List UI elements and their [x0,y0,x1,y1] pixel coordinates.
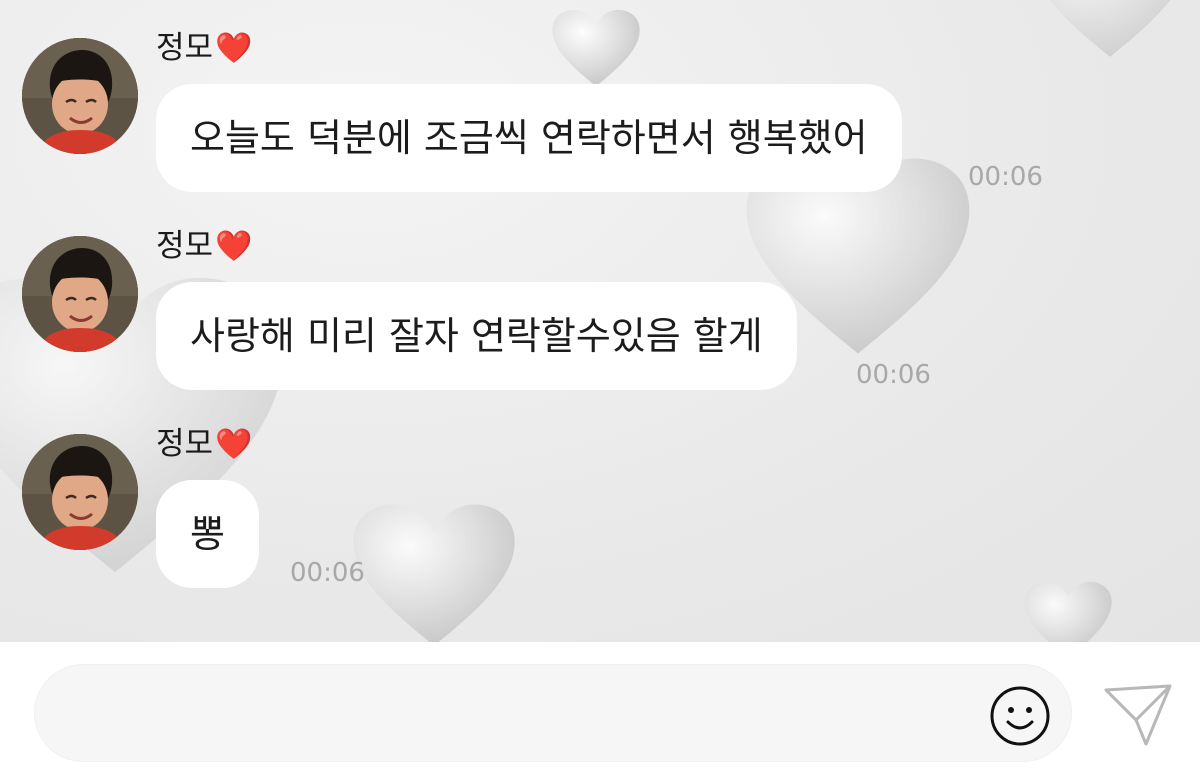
background-heart-icon [1024,581,1112,642]
smiley-face-icon [990,686,1050,746]
message-timestamp: 00:06 [856,360,931,390]
background-heart-icon [1049,0,1171,57]
background-heart-icon [353,504,515,642]
sender-name-text: 정모 [156,30,214,66]
background-heart-icon [552,9,640,87]
paper-plane-send-icon [1104,684,1172,746]
avatar[interactable] [22,434,138,550]
send-button[interactable] [1102,684,1174,748]
sender-name: 정모❤️ [156,424,252,465]
sender-name-text: 정모 [156,426,214,462]
message-bubble[interactable]: 사랑해 미리 잘자 연락할수있음 할게 [156,282,797,390]
avatar[interactable] [22,236,138,352]
heart-emoji-icon: ❤️ [215,229,253,264]
heart-emoji-icon: ❤️ [215,427,253,462]
emoji-button[interactable] [988,684,1052,748]
avatar[interactable] [22,38,138,154]
message-timestamp: 00:06 [290,558,365,588]
message-bubble[interactable]: 오늘도 덕분에 조금씩 연락하면서 행복했어 [156,84,902,192]
heart-emoji-icon: ❤️ [215,31,253,66]
sender-name: 정모❤️ [156,28,252,69]
chat-area[interactable]: 정모❤️ 오늘도 덕분에 조금씩 연락하면서 행복했어 00:06 정모❤️ 사… [0,0,1200,642]
message-timestamp: 00:06 [968,162,1043,192]
message-bubble[interactable]: 뽕 [156,480,259,588]
sender-name-text: 정모 [156,228,214,264]
sender-name: 정모❤️ [156,226,252,267]
message-input[interactable] [34,664,1072,762]
